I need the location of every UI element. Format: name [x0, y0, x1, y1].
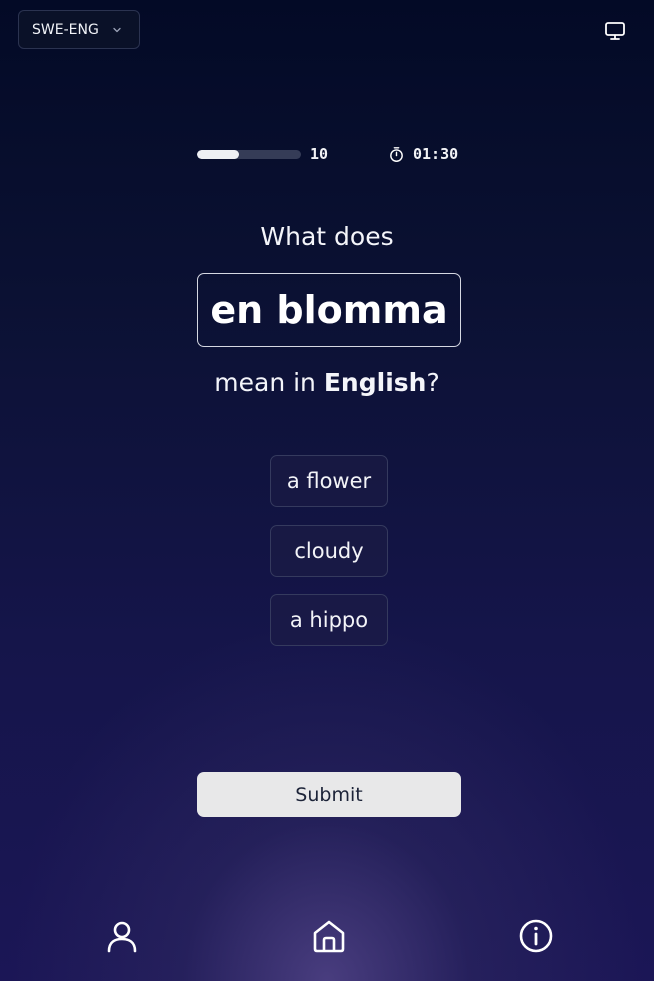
- timer: 01:30: [388, 145, 458, 163]
- answer-option-label: cloudy: [294, 539, 364, 563]
- stopwatch-icon: [390, 146, 403, 162]
- answer-option[interactable]: cloudy: [270, 525, 388, 577]
- question-suffix-end: ?: [426, 368, 440, 397]
- progress-count: 10: [310, 145, 329, 163]
- home-icon[interactable]: [311, 918, 347, 954]
- target-language: English: [323, 368, 427, 397]
- question-suffix: mean in English?: [0, 368, 654, 397]
- progress-bar-fill: [197, 150, 239, 159]
- language-pair-label: SWE-ENG: [32, 21, 99, 38]
- monitor-icon[interactable]: [603, 19, 627, 43]
- progress-bar: [197, 150, 301, 159]
- info-icon[interactable]: [518, 918, 554, 954]
- answer-option-label: a hippo: [289, 608, 369, 632]
- question-word: en blomma: [197, 273, 461, 347]
- quiz-progress: 10 01:30: [197, 143, 461, 165]
- user-icon[interactable]: [104, 918, 140, 954]
- timer-value: 01:30: [413, 145, 459, 163]
- answer-option[interactable]: a hippo: [270, 594, 388, 646]
- question-word-text: en blomma: [210, 288, 448, 332]
- chevron-down-icon: [111, 24, 123, 36]
- question-suffix-start: mean in: [214, 368, 324, 397]
- answer-option[interactable]: a flower: [270, 455, 388, 507]
- question-prefix: What does: [260, 222, 394, 251]
- submit-button[interactable]: Submit: [197, 772, 461, 817]
- language-pair-select[interactable]: SWE-ENG: [18, 10, 140, 49]
- answer-option-label: a flower: [286, 469, 372, 493]
